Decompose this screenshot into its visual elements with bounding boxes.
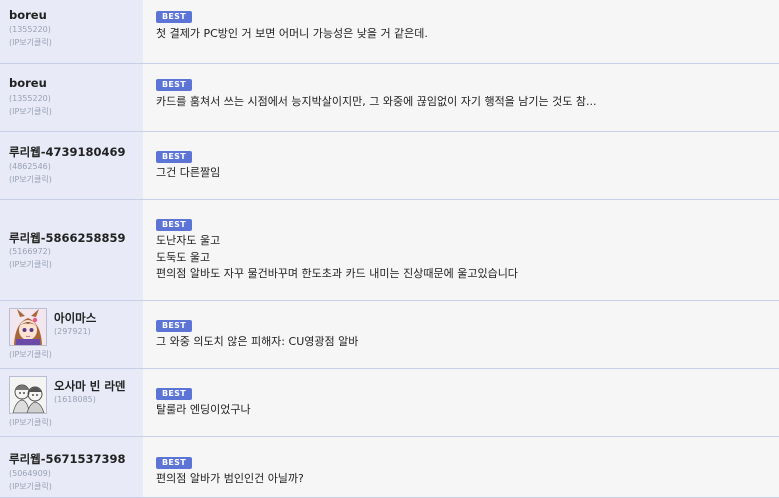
comment-line: 첫 결제가 PC방인 거 보면 어머니 가능성은 낮을 거 같은데. (156, 27, 428, 40)
comment-text: 도난자도 울고 도둑도 울고 편의점 알바도 자꾸 물건바꾸며 한도초과 카드 … (156, 233, 518, 283)
comment-body: BEST 그 와중 의도치 않은 피해자: CU영광점 알바 (143, 301, 779, 369)
comment-line: 편의점 알바도 자꾸 물건바꾸며 한도초과 카드 내미는 진상때문에 울고있습니… (156, 267, 518, 280)
author-nickname[interactable]: boreu (9, 76, 47, 90)
best-badge: BEST (156, 11, 192, 23)
best-badge: BEST (156, 219, 192, 231)
best-badge: BEST (156, 151, 192, 163)
comment-text: 탈룰라 엔딩이었구나 (156, 402, 251, 419)
ip-view-link[interactable]: (IP보기클릭) (9, 349, 52, 360)
author-info: 오사마 빈 라덴 (1618085) (IP보기클릭) (0, 369, 143, 437)
comment-line: 탈룰라 엔딩이었구나 (156, 403, 251, 416)
comment-text: 그 와중 의도치 않은 피해자: CU영광점 알바 (156, 334, 358, 351)
author-id: (5166972) (9, 247, 51, 256)
author-info: 루리웹-5866258859 (5166972) (IP보기클릭) (0, 200, 143, 301)
comment-line: 편의점 알바가 범인인건 아닐까? (156, 472, 304, 485)
comment-list: boreu (1355220) (IP보기클릭) BEST 첫 결제가 PC방인… (0, 0, 779, 498)
comment-body: BEST 카드를 훔쳐서 쓰는 시점에서 능지박살이지만, 그 와중에 끊임없이… (143, 64, 779, 132)
author-id: (297921) (54, 327, 91, 336)
ip-view-link[interactable]: (IP보기클릭) (9, 174, 52, 185)
comment-row: 루리웹-5866258859 (5166972) (IP보기클릭) BEST 도… (0, 200, 779, 301)
ip-view-link[interactable]: (IP보기클릭) (9, 259, 52, 270)
best-badge: BEST (156, 320, 192, 332)
author-info: 아이마스 (297921) (IP보기클릭) (0, 301, 143, 369)
comment-text: 첫 결제가 PC방인 거 보면 어머니 가능성은 낮을 거 같은데. (156, 26, 428, 43)
comment-row: 아이마스 (297921) (IP보기클릭) BEST 그 와중 의도치 않은 … (0, 301, 779, 369)
comment-line: 도둑도 울고 (156, 250, 211, 264)
author-nickname[interactable]: boreu (9, 8, 47, 22)
comment-body: BEST 탈룰라 엔딩이었구나 (143, 369, 779, 437)
author-info: 루리웹-5671537398 (5064909) (IP보기클릭) (0, 437, 143, 498)
manga-sketch-avatar-icon (10, 377, 46, 413)
avatar[interactable] (9, 376, 47, 414)
comment-row: boreu (1355220) (IP보기클릭) BEST 첫 결제가 PC방인… (0, 0, 779, 64)
author-id: (1355220) (9, 25, 51, 34)
author-id: (5064909) (9, 469, 51, 478)
author-nickname[interactable]: 아이마스 (54, 310, 96, 326)
best-badge: BEST (156, 79, 192, 91)
best-badge: BEST (156, 457, 192, 469)
author-nickname[interactable]: 루리웹-5671537398 (9, 451, 126, 467)
author-id: (4862546) (9, 162, 51, 171)
comment-text: 그건 다른짤임 (156, 165, 220, 182)
author-nickname[interactable]: 오사마 빈 라덴 (54, 378, 126, 394)
author-info: boreu (1355220) (IP보기클릭) (0, 0, 143, 64)
avatar[interactable] (9, 308, 47, 346)
ip-view-link[interactable]: (IP보기클릭) (9, 106, 52, 117)
ip-view-link[interactable]: (IP보기클릭) (9, 481, 52, 492)
comment-line: 그 와중 의도치 않은 피해자: CU영광점 알바 (156, 335, 359, 348)
comment-text: 카드를 훔쳐서 쓰는 시점에서 능지박살이지만, 그 와중에 끊임없이 자기 행… (156, 94, 597, 111)
comment-row: boreu (1355220) (IP보기클릭) BEST 카드를 훔쳐서 쓰는… (0, 64, 779, 132)
comment-body: BEST 편의점 알바가 범인인건 아닐까? (143, 437, 779, 498)
author-nickname[interactable]: 루리웹-4739180469 (9, 144, 126, 160)
comment-body: BEST 첫 결제가 PC방인 거 보면 어머니 가능성은 낮을 거 같은데. (143, 0, 779, 64)
ip-view-link[interactable]: (IP보기클릭) (9, 37, 52, 48)
comment-text: 편의점 알바가 범인인건 아닐까? (156, 471, 304, 488)
comment-row: 오사마 빈 라덴 (1618085) (IP보기클릭) BEST 탈룰라 엔딩이… (0, 369, 779, 437)
best-badge: BEST (156, 388, 192, 400)
comment-row: 루리웹-4739180469 (4862546) (IP보기클릭) BEST 그… (0, 132, 779, 200)
anime-girl-avatar-icon (10, 309, 46, 345)
comment-body: BEST 도난자도 울고 도둑도 울고 편의점 알바도 자꾸 물건바꾸며 한도초… (143, 200, 779, 301)
author-info: boreu (1355220) (IP보기클릭) (0, 64, 143, 132)
comment-body: BEST 그건 다른짤임 (143, 132, 779, 200)
comment-line: 카드를 훔쳐서 쓰는 시점에서 능지박살이지만, 그 와중에 끊임없이 자기 행… (156, 95, 597, 108)
comment-row: 루리웹-5671537398 (5064909) (IP보기클릭) BEST 편… (0, 437, 779, 498)
author-info: 루리웹-4739180469 (4862546) (IP보기클릭) (0, 132, 143, 200)
author-nickname[interactable]: 루리웹-5866258859 (9, 230, 126, 246)
author-id: (1618085) (54, 395, 96, 404)
author-id: (1355220) (9, 94, 51, 103)
ip-view-link[interactable]: (IP보기클릭) (9, 417, 52, 428)
comment-line: 도난자도 울고 (156, 234, 221, 247)
comment-line: 그건 다른짤임 (156, 166, 221, 179)
